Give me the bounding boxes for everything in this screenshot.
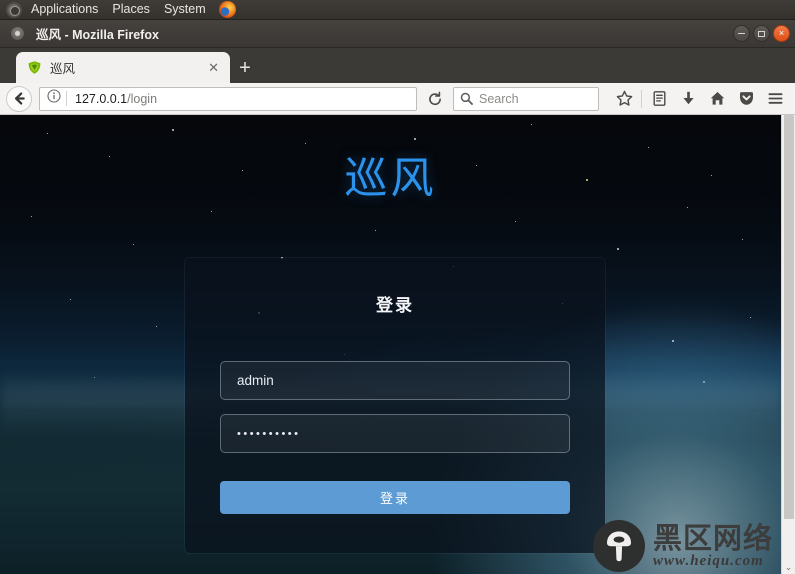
tab-title: 巡风 xyxy=(50,62,76,76)
mushroom-logo-icon xyxy=(592,520,645,572)
gnome-top-panel: Applications Places System xyxy=(0,0,795,20)
login-heading: 登录 xyxy=(376,296,414,316)
back-button[interactable] xyxy=(6,85,32,112)
url-bar[interactable]: 127.0.0.1/login xyxy=(39,86,417,111)
library-icon[interactable] xyxy=(645,86,673,112)
login-panel: 登录 admin •••••••••• 登录 xyxy=(185,258,605,553)
ubuntu-logo-icon[interactable] xyxy=(6,1,22,18)
watermark: 黑区网络 www.heiqu.com xyxy=(592,520,773,572)
back-arrow-icon xyxy=(14,92,25,105)
window-titlebar: 巡风 - Mozilla Firefox × xyxy=(0,20,795,48)
login-submit-button[interactable]: 登录 xyxy=(220,481,570,514)
scrollbar-down-arrow-icon[interactable]: ⌄ xyxy=(782,563,795,572)
shield-icon xyxy=(27,60,42,75)
new-tab-button[interactable]: + xyxy=(230,52,260,83)
window-controls: × xyxy=(733,25,790,42)
search-icon xyxy=(460,92,473,105)
search-bar[interactable]: Search xyxy=(453,86,599,111)
login-page: 巡风 登录 admin •••••••••• 登录 黑区网络 www.heiqu… xyxy=(0,115,781,574)
username-input[interactable]: admin xyxy=(220,361,570,400)
password-input[interactable]: •••••••••• xyxy=(220,414,570,453)
brand-logo: 巡风 xyxy=(344,154,437,204)
reload-icon xyxy=(429,91,441,105)
watermark-text: 黑区网络 www.heiqu.com xyxy=(652,520,773,569)
page-viewport: 巡风 登录 admin •••••••••• 登录 黑区网络 www.heiqu… xyxy=(0,115,795,574)
page-scrollbar[interactable]: ⌄ xyxy=(781,115,795,574)
panel-menu-applications[interactable]: Applications xyxy=(24,0,105,19)
url-host: 127.0.0.1 xyxy=(75,91,128,106)
firefox-icon[interactable] xyxy=(218,1,236,18)
url-path: /login xyxy=(127,91,158,106)
urlbar-separator xyxy=(66,91,67,106)
close-icon: × xyxy=(778,28,785,38)
tab-close-icon[interactable]: ✕ xyxy=(205,61,222,74)
star-icon[interactable] xyxy=(610,86,638,112)
toolbar-divider xyxy=(641,89,642,108)
page-scrollbar-thumb[interactable] xyxy=(784,115,794,519)
menu-icon[interactable] xyxy=(761,86,789,112)
tab-xunfeng[interactable]: 巡风 ✕ xyxy=(16,52,230,83)
search-input[interactable]: Search xyxy=(479,92,519,106)
close-button[interactable]: × xyxy=(773,25,790,42)
navigation-toolbar: 127.0.0.1/login Search xyxy=(0,83,795,115)
tab-strip: 巡风 ✕ + xyxy=(0,48,795,83)
window-menu-icon[interactable] xyxy=(11,27,24,40)
home-icon[interactable] xyxy=(703,86,731,112)
pocket-icon[interactable] xyxy=(732,86,760,112)
panel-menu-system[interactable]: System xyxy=(157,0,213,19)
info-icon[interactable] xyxy=(47,89,61,108)
window-title: 巡风 - Mozilla Firefox xyxy=(36,28,159,42)
watermark-title: 黑区网络 xyxy=(652,520,773,555)
minimize-icon xyxy=(738,32,745,35)
watermark-url: www.heiqu.com xyxy=(652,552,764,569)
minimize-button[interactable] xyxy=(733,25,750,42)
maximize-button[interactable] xyxy=(753,25,770,42)
panel-menu-places[interactable]: Places xyxy=(105,0,157,19)
reload-button[interactable] xyxy=(422,86,448,112)
url-text: 127.0.0.1/login xyxy=(75,92,157,106)
maximize-icon xyxy=(758,30,765,37)
downloads-icon[interactable] xyxy=(674,86,702,112)
